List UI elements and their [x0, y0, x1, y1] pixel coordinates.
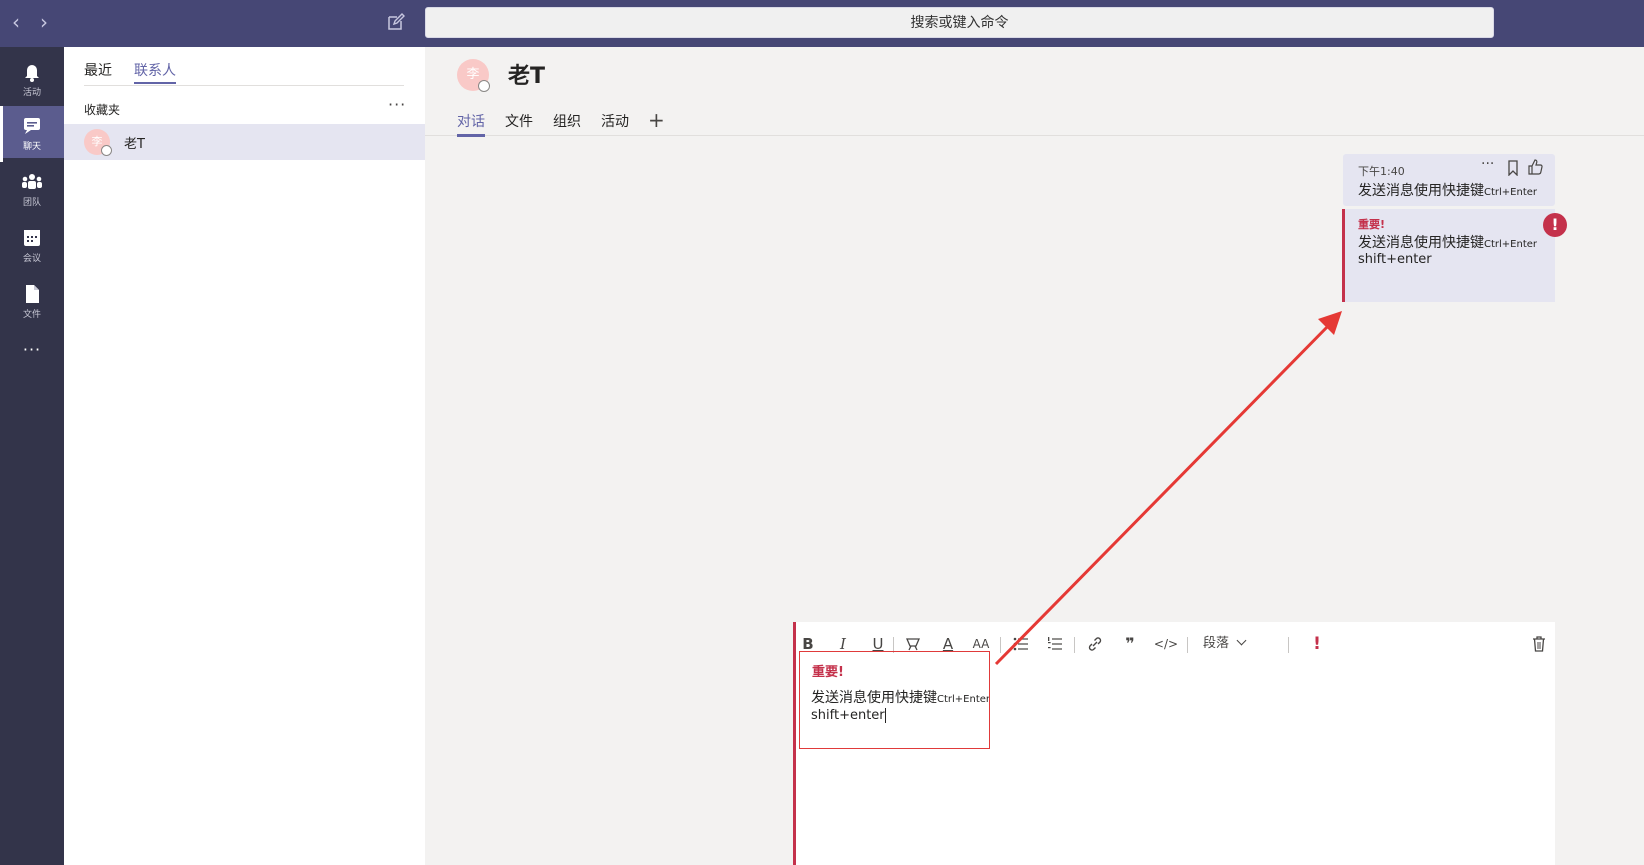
contacts-panel: 最近 联系人 收藏夹 ··· 李 老T	[64, 47, 425, 865]
important-button[interactable]: !	[1306, 633, 1328, 655]
bulleted-list-icon[interactable]	[1010, 633, 1032, 655]
tab-organization[interactable]: 组织	[553, 112, 581, 132]
contact-name: 老T	[124, 137, 145, 152]
toolbar-separator	[1288, 637, 1289, 653]
app-bar-files[interactable]: 文件	[0, 274, 64, 326]
bookmark-icon[interactable]	[1506, 160, 1520, 177]
tab-activity[interactable]: 活动	[601, 112, 629, 132]
presence-offline-icon	[478, 80, 490, 92]
app-bar-meetings[interactable]: 会议	[0, 218, 64, 270]
message-line2: shift+enter	[1358, 252, 1432, 267]
important-message-bubble[interactable]: 重要! 发送消息使用快捷键Ctrl+Enter shift+enter	[1342, 209, 1555, 302]
message-shortcut: Ctrl+Enter	[1484, 239, 1538, 250]
app-bar-label: 聊天	[22, 142, 41, 152]
calendar-icon	[21, 228, 43, 248]
paragraph-dropdown[interactable]: 段落	[1203, 633, 1259, 655]
bell-icon	[21, 62, 43, 82]
link-icon[interactable]	[1084, 633, 1106, 655]
message-text: 发送消息使用快捷键Ctrl+Enter	[1358, 180, 1537, 200]
tab-conversation[interactable]: 对话	[457, 112, 485, 137]
app-bar-teams[interactable]: 团队	[0, 162, 64, 214]
presence-offline-icon	[101, 145, 112, 156]
favorites-label: 收藏夹	[84, 103, 121, 117]
message-shortcut: Ctrl+Enter	[1484, 187, 1538, 198]
app-bar-activity[interactable]: 活动	[0, 52, 64, 104]
toolbar-separator	[1187, 637, 1188, 653]
paragraph-dropdown-label: 段落	[1203, 636, 1230, 651]
app-bar-label: 团队	[22, 198, 41, 208]
tab-files[interactable]: 文件	[505, 112, 533, 132]
important-tag: 重要!	[1358, 218, 1386, 231]
file-icon	[21, 284, 43, 304]
back-arrow-icon[interactable]: ‹	[7, 11, 25, 33]
code-button[interactable]: </>	[1152, 633, 1180, 655]
contact-list-item[interactable]: 李 老T	[64, 124, 425, 160]
numbered-list-icon[interactable]	[1044, 633, 1066, 655]
delete-icon[interactable]	[1528, 633, 1550, 655]
app-bar-label: 会议	[22, 254, 41, 264]
message-body: 发送消息使用快捷键	[1358, 183, 1484, 199]
compose-icon[interactable]	[386, 12, 406, 32]
more-apps-icon[interactable]: ···	[18, 340, 46, 359]
chat-title: 老T	[508, 64, 546, 89]
message-body: 发送消息使用快捷键	[1358, 235, 1484, 251]
app-bar-label: 文件	[22, 310, 41, 320]
tab-recent[interactable]: 最近	[84, 61, 112, 81]
toolbar-separator	[1074, 637, 1075, 653]
toolbar-separator	[1000, 637, 1001, 653]
app-bar-chat[interactable]: 聊天	[0, 106, 64, 162]
add-tab-icon[interactable]: +	[648, 108, 665, 132]
message-timestamp: 下午1:40	[1358, 165, 1405, 178]
important-icon: !	[1543, 213, 1567, 237]
like-icon[interactable]	[1527, 159, 1543, 175]
quote-button[interactable]: ❞	[1119, 633, 1141, 655]
chevron-down-icon	[1236, 635, 1247, 646]
message-text: 发送消息使用快捷键Ctrl+Enter	[1358, 232, 1537, 252]
app-bar-label: 活动	[22, 88, 41, 98]
search-input[interactable]: 搜索或键入命令	[425, 7, 1494, 38]
message-more-icon[interactable]: ···	[1481, 156, 1494, 172]
teams-icon	[21, 172, 43, 192]
forward-arrow-icon[interactable]: ›	[35, 11, 53, 33]
message-bubble[interactable]: 下午1:40 发送消息使用快捷键Ctrl+Enter ···	[1343, 154, 1555, 206]
tab-contacts[interactable]: 联系人	[134, 61, 176, 84]
chat-icon	[21, 116, 43, 136]
favorites-more-icon[interactable]: ···	[388, 95, 406, 114]
divider	[84, 85, 404, 86]
annotation-highlight-box	[799, 651, 990, 749]
